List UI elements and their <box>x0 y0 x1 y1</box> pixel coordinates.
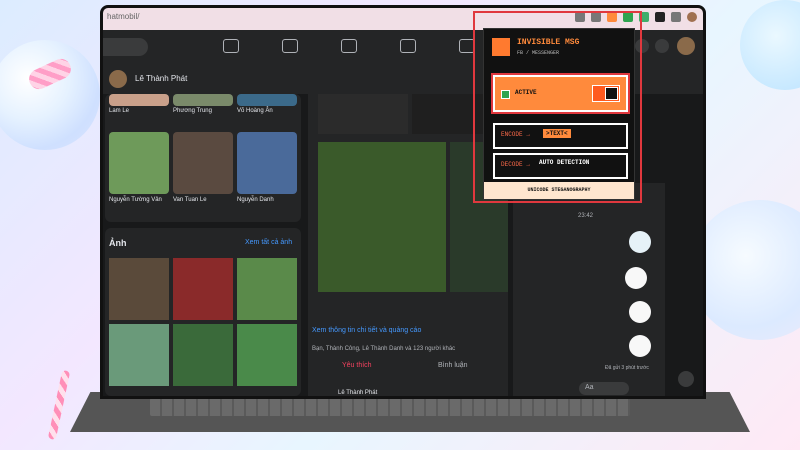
search-input[interactable] <box>103 38 148 56</box>
photo-thumbnail[interactable] <box>237 324 297 386</box>
friend-name[interactable]: Van Tuan Le <box>173 197 207 203</box>
section-title: Ảnh <box>109 238 127 248</box>
chat-timestamp: 23:42 <box>578 213 594 219</box>
left-column: Lam Le Phương Trung Võ Hoàng Ân Nguyễn T… <box>105 94 301 396</box>
friends-card: Lam Le Phương Trung Võ Hoàng Ân Nguyễn T… <box>105 94 301 222</box>
avatar[interactable] <box>109 70 127 88</box>
laptop-keyboard <box>150 398 630 416</box>
like-button[interactable]: Yêu thích <box>342 362 372 369</box>
friend-name[interactable]: Võ Hoàng Ân <box>237 108 273 114</box>
menu-icon[interactable] <box>671 12 681 22</box>
account-avatar[interactable] <box>677 37 695 55</box>
address-bar[interactable]: hatmobil/ <box>107 12 139 21</box>
decorative-bubble <box>0 40 100 150</box>
sticker-message[interactable] <box>629 231 651 253</box>
friend-photo[interactable] <box>109 132 169 194</box>
decorative-bubble <box>690 200 800 340</box>
insights-link[interactable]: Xem thông tin chi tiết và quảng cáo <box>312 327 421 334</box>
sticker-message[interactable] <box>629 335 651 357</box>
friend-name[interactable]: Phương Trung <box>173 108 212 114</box>
post-footer: Xem thông tin chi tiết và quảng cáo <box>308 299 508 339</box>
friends-icon[interactable] <box>282 39 298 53</box>
highlight-frame <box>473 11 642 203</box>
notifications-icon[interactable] <box>655 39 669 53</box>
candy-cane-decoration <box>47 369 71 441</box>
home-icon[interactable] <box>223 39 239 53</box>
see-all-photos-link[interactable]: Xem tất cả ảnh <box>245 239 292 246</box>
friend-name[interactable]: Nguyễn Tường Vân <box>109 197 162 203</box>
friend-photo[interactable] <box>237 132 297 194</box>
reaction-summary[interactable]: Bạn, Thành Công, Lê Thành Danh và 123 ng… <box>312 346 455 352</box>
photo-thumbnail[interactable] <box>109 324 169 386</box>
friend-photo[interactable] <box>109 94 169 106</box>
friend-name[interactable]: Lam Le <box>109 108 129 114</box>
sticker-message[interactable] <box>629 301 651 323</box>
comment-author[interactable]: Lê Thành Phát <box>338 390 377 396</box>
new-message-button[interactable] <box>678 371 694 387</box>
photos-card: Ảnh Xem tất cả ảnh <box>105 228 301 396</box>
post-image[interactable] <box>318 94 408 134</box>
watch-icon[interactable] <box>341 39 357 53</box>
friend-name[interactable]: Nguyễn Danh <box>237 197 274 203</box>
friend-photo[interactable] <box>173 94 233 106</box>
seen-status: Đã gửi 3 phút trước <box>605 365 649 371</box>
message-input-placeholder: Aa <box>585 384 594 391</box>
marketplace-icon[interactable] <box>400 39 416 53</box>
profile-name: Lê Thành Phát <box>135 74 188 83</box>
invisible-msg-extension-icon[interactable] <box>655 12 665 22</box>
photo-thumbnail[interactable] <box>173 258 233 320</box>
decorative-bubble <box>740 0 800 90</box>
message-input[interactable]: Aa <box>579 382 629 395</box>
photo-thumbnail[interactable] <box>109 258 169 320</box>
comment-button[interactable]: Bình luận <box>438 362 468 369</box>
sticker-message[interactable] <box>625 267 647 289</box>
friend-photo[interactable] <box>237 94 297 106</box>
post-image[interactable] <box>318 142 446 292</box>
messenger-chat-window: 23:42 Đã gửi 3 phút trước Aa <box>513 183 665 396</box>
photo-thumbnail[interactable] <box>237 258 297 320</box>
profile-avatar-icon[interactable] <box>687 12 697 22</box>
photo-thumbnail[interactable] <box>173 324 233 386</box>
friend-photo[interactable] <box>173 132 233 194</box>
